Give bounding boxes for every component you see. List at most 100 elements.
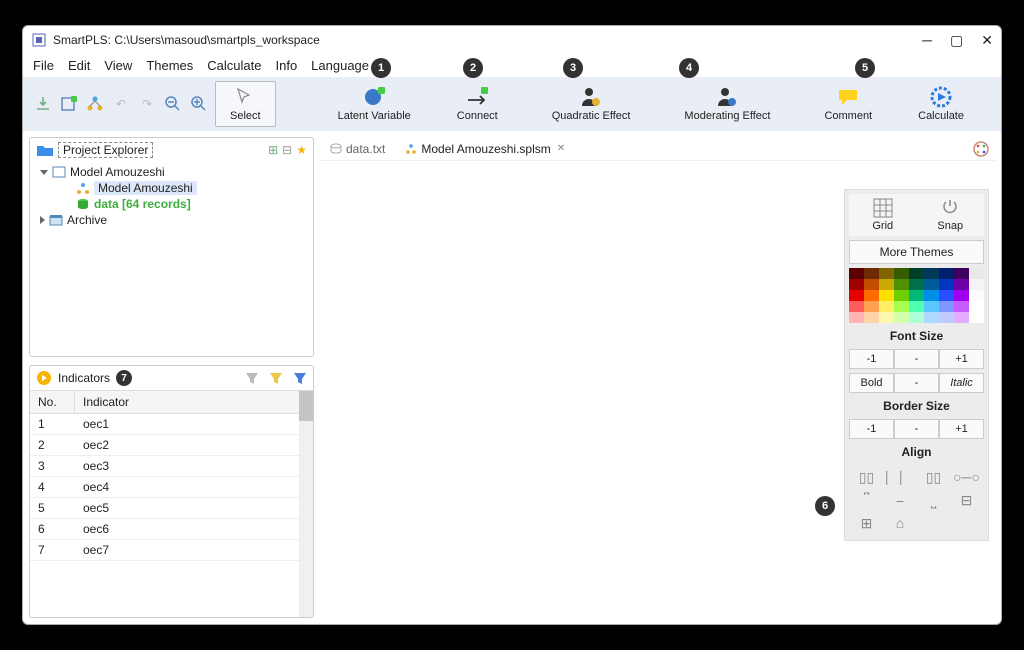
tab-model[interactable]: Model Amouzeshi.splsm ✕ [399, 140, 571, 158]
style-reset-button[interactable]: - [894, 373, 939, 393]
color-swatch[interactable] [864, 312, 879, 323]
color-swatch[interactable] [969, 301, 984, 312]
color-swatch[interactable] [894, 312, 909, 323]
import-icon[interactable] [33, 94, 53, 114]
filter-yellow-icon[interactable] [269, 371, 283, 385]
color-swatch[interactable] [939, 301, 954, 312]
table-row[interactable]: 6oec6 [30, 519, 313, 540]
color-swatch[interactable] [954, 301, 969, 312]
color-swatch[interactable] [939, 268, 954, 279]
color-swatch[interactable] [924, 301, 939, 312]
color-swatch[interactable] [879, 301, 894, 312]
scrollbar[interactable] [299, 391, 313, 617]
font-plus-button[interactable]: +1 [939, 349, 984, 369]
col-header-indicator[interactable]: Indicator [75, 391, 313, 413]
color-swatch[interactable] [969, 312, 984, 323]
menu-language[interactable]: Language [311, 58, 369, 73]
align-distribute-v-icon[interactable]: ⊟ [953, 492, 980, 509]
snap-toggle[interactable]: Snap [917, 194, 985, 236]
new-project-icon[interactable] [59, 94, 79, 114]
color-swatch[interactable] [924, 279, 939, 290]
color-palette[interactable] [849, 268, 984, 323]
align-grid-icon[interactable]: ⊞ [853, 515, 880, 532]
table-row[interactable]: 2oec2 [30, 435, 313, 456]
menu-edit[interactable]: Edit [68, 58, 90, 73]
align-top-icon[interactable]: ⎴ [853, 492, 880, 509]
color-swatch[interactable] [909, 301, 924, 312]
table-row[interactable]: 4oec4 [30, 477, 313, 498]
color-swatch[interactable] [849, 279, 864, 290]
color-swatch[interactable] [969, 279, 984, 290]
color-swatch[interactable] [894, 279, 909, 290]
tree-node-data[interactable]: data [64 records] [94, 197, 191, 211]
font-minus-button[interactable]: -1 [849, 349, 894, 369]
latent-variable-tool[interactable]: Latent Variable [328, 82, 421, 126]
align-bottom-icon[interactable]: ⎵ [920, 492, 947, 509]
color-swatch[interactable] [954, 279, 969, 290]
color-swatch[interactable] [849, 301, 864, 312]
align-left-icon[interactable]: ▯▯ [853, 469, 880, 486]
grid-toggle[interactable]: Grid [849, 194, 917, 236]
filter-gray-icon[interactable] [245, 371, 259, 385]
color-swatch[interactable] [909, 290, 924, 301]
align-auto-icon[interactable]: ⌂ [886, 515, 914, 532]
redo-icon[interactable]: ↷ [137, 94, 157, 114]
color-swatch[interactable] [849, 290, 864, 301]
indicators-table[interactable]: No. Indicator 1oec12oec23oec34oec45oec56… [30, 390, 313, 617]
color-swatch[interactable] [864, 301, 879, 312]
zoom-out-icon[interactable] [163, 94, 183, 114]
font-reset-button[interactable]: - [894, 349, 939, 369]
color-swatch[interactable] [879, 279, 894, 290]
model-canvas[interactable]: Grid Snap More Themes Font Size -1 - +1 [320, 161, 995, 618]
tree-node-model[interactable]: Model Amouzeshi [94, 181, 197, 195]
color-swatch[interactable] [879, 268, 894, 279]
table-row[interactable]: 1oec1 [30, 414, 313, 435]
close-tab-icon[interactable]: ✕ [557, 143, 565, 154]
color-swatch[interactable] [864, 268, 879, 279]
menu-info[interactable]: Info [275, 58, 297, 73]
scroll-thumb[interactable] [299, 391, 313, 421]
chevron-down-icon[interactable] [40, 170, 48, 175]
border-minus-button[interactable]: -1 [849, 419, 894, 439]
color-swatch[interactable] [954, 268, 969, 279]
color-swatch[interactable] [924, 290, 939, 301]
color-swatch[interactable] [939, 312, 954, 323]
maximize-button[interactable]: ▢ [950, 32, 963, 49]
color-swatch[interactable] [969, 268, 984, 279]
color-swatch[interactable] [879, 312, 894, 323]
color-swatch[interactable] [909, 268, 924, 279]
tab-data[interactable]: data.txt [324, 140, 391, 158]
menu-view[interactable]: View [104, 58, 132, 73]
color-swatch[interactable] [969, 290, 984, 301]
color-swatch[interactable] [864, 290, 879, 301]
table-row[interactable]: 3oec3 [30, 456, 313, 477]
palette-icon[interactable] [971, 139, 991, 159]
filter-blue-icon[interactable] [293, 371, 307, 385]
align-right-icon[interactable]: ▯▯ [920, 469, 947, 486]
menu-calculate[interactable]: Calculate [207, 58, 261, 73]
select-tool[interactable]: Select [215, 81, 276, 127]
col-header-no[interactable]: No. [30, 391, 75, 413]
color-swatch[interactable] [954, 312, 969, 323]
minimize-button[interactable]: ─ [922, 32, 932, 49]
close-button[interactable]: ✕ [981, 32, 993, 49]
align-center-v-icon[interactable]: ⎯ [886, 492, 914, 509]
border-reset-button[interactable]: - [894, 419, 939, 439]
collapse-icon[interactable]: ⊟ [282, 143, 292, 157]
color-swatch[interactable] [894, 301, 909, 312]
color-swatch[interactable] [939, 290, 954, 301]
color-swatch[interactable] [849, 312, 864, 323]
color-swatch[interactable] [879, 290, 894, 301]
zoom-in-icon[interactable] [189, 94, 209, 114]
color-swatch[interactable] [924, 268, 939, 279]
model-icon[interactable] [85, 94, 105, 114]
undo-icon[interactable]: ↶ [111, 94, 131, 114]
color-swatch[interactable] [894, 268, 909, 279]
bold-button[interactable]: Bold [849, 373, 894, 393]
align-center-h-icon[interactable]: ⎸⎸ [886, 469, 914, 486]
color-swatch[interactable] [849, 268, 864, 279]
connect-tool[interactable]: Connect [447, 82, 508, 126]
border-plus-button[interactable]: +1 [939, 419, 984, 439]
color-swatch[interactable] [924, 312, 939, 323]
table-row[interactable]: 7oec7 [30, 540, 313, 561]
